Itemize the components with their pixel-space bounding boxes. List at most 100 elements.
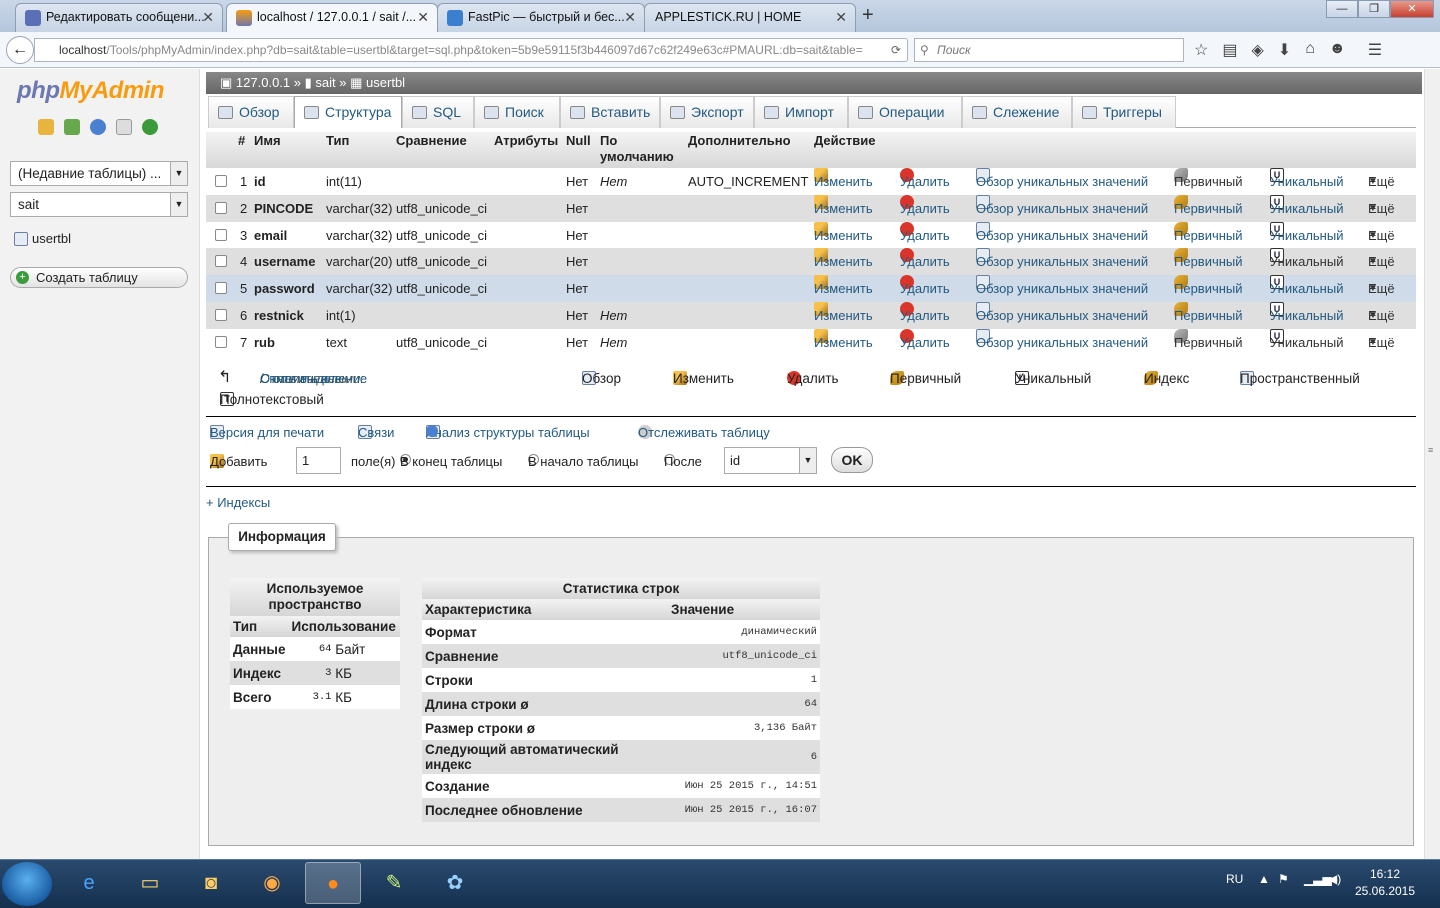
eye-icon <box>972 106 987 119</box>
php-icon <box>25 10 41 26</box>
close-tab-icon[interactable]: ✕ <box>417 4 429 31</box>
table-row: Индекс 3 КБ <box>230 661 400 685</box>
explorer-icon[interactable]: ▭ <box>122 862 178 904</box>
add-fields-form: Добавить 1 поле(я) В конец таблицы В нач… <box>206 447 1416 477</box>
table-row: Последнее обновление Июн 25 2015 г., 16:0… <box>422 798 820 822</box>
breadcrumb-server[interactable]: 127.0.0.1 <box>236 75 290 90</box>
triggers-icon <box>1082 106 1097 119</box>
home-icon[interactable] <box>38 119 54 135</box>
row-checkbox[interactable] <box>215 309 227 321</box>
tab-operations[interactable]: Операции <box>848 96 962 128</box>
browser-nav-bar: localhost/Tools/phpMyAdmin/index.php?db=… <box>0 32 1440 68</box>
home-icon[interactable]: ⌂ <box>1305 40 1315 60</box>
browser-tab[interactable]: Редактировать сообщени... ✕ <box>15 3 223 32</box>
tab-import[interactable]: Импорт <box>754 96 848 128</box>
table-row: Длина строки ø 64 <box>422 692 820 716</box>
reload-icon[interactable]: ⟳ <box>891 39 901 61</box>
sidebar-item-usertbl[interactable]: usertbl <box>14 231 71 246</box>
phpmyadmin-logo[interactable]: phpMyAdmin <box>17 77 164 105</box>
notepad-icon[interactable]: ✎ <box>366 862 422 904</box>
exit-icon[interactable] <box>64 119 80 135</box>
tab-sql[interactable]: SQL <box>402 96 474 128</box>
table-row: Формат динамический <box>422 620 820 644</box>
plus-icon: + <box>16 271 29 284</box>
breadcrumb-db[interactable]: sait <box>315 75 335 90</box>
ok-button[interactable]: OK <box>831 447 873 473</box>
close-tab-icon[interactable]: ✕ <box>835 4 847 31</box>
row-checkbox[interactable] <box>215 228 227 241</box>
insert-icon <box>570 106 585 119</box>
tab-insert[interactable]: Вставить <box>560 96 660 128</box>
firefox-icon[interactable]: ● <box>305 862 361 904</box>
maximize-icon[interactable]: ❐ <box>1358 0 1390 18</box>
tab-search[interactable]: Поиск <box>474 96 560 128</box>
table-tabs: Обзор Структура SQL Поиск Вставить Экспо… <box>208 96 1416 128</box>
pocket-icon[interactable]: ◈ <box>1251 40 1263 60</box>
reading-list-icon[interactable]: ▤ <box>1222 40 1237 60</box>
language-indicator[interactable]: RU <box>1226 872 1243 886</box>
uncheck-all-link[interactable]: Снять выделение <box>260 371 367 386</box>
row-checkbox[interactable] <box>215 255 227 268</box>
clock[interactable]: 16:12 25.06.2015 <box>1350 866 1420 900</box>
help-icon[interactable] <box>90 119 106 135</box>
table-row: Сравнение utf8_unicode_ci <box>422 644 820 668</box>
browser-tab-active[interactable]: localhost / 127.0.0.1 / sait /... ✕ <box>226 3 438 33</box>
server-icon: ▣ <box>220 75 233 90</box>
search-icon <box>484 106 499 119</box>
close-tab-icon[interactable]: ✕ <box>624 4 636 31</box>
database-select[interactable]: sait ▼ <box>10 192 188 217</box>
bookmark-star-icon[interactable]: ☆ <box>1194 40 1208 60</box>
table-row: 4 username varchar(20) utf8_unicode_ci Нет Из… <box>206 248 1416 276</box>
close-window-icon[interactable]: ✕ <box>1390 0 1434 18</box>
row-checkbox[interactable] <box>215 335 227 348</box>
indexes-toggle[interactable]: + Индексы <box>206 495 270 510</box>
add-count-input[interactable]: 1 <box>296 447 341 474</box>
browser-tab[interactable]: APPLESTICK.RU | HOME ✕ <box>644 3 856 32</box>
docs-icon[interactable] <box>116 119 132 135</box>
import-icon <box>764 106 779 119</box>
paint-icon[interactable]: ✿ <box>427 862 483 904</box>
download-icon[interactable]: ⬇ <box>1278 40 1291 60</box>
tab-tracking[interactable]: Слежение <box>962 96 1072 128</box>
tab-export[interactable]: Экспорт <box>660 96 754 128</box>
recent-tables-select[interactable]: (Недавние таблицы) ... ▼ <box>10 161 188 186</box>
tab-structure[interactable]: Структура <box>294 96 402 128</box>
viewer-icon[interactable]: ◉ <box>244 862 300 904</box>
menu-icon[interactable]: ☰ <box>1368 40 1382 60</box>
row-checkbox[interactable] <box>215 201 227 214</box>
flag-icon[interactable]: ⚑ <box>1278 872 1289 886</box>
info-legend: Информация <box>228 523 336 551</box>
chat-icon[interactable]: ☻ <box>1329 40 1346 60</box>
start-button[interactable] <box>2 862 52 906</box>
search-input[interactable]: ⚲ Поиск <box>914 38 1184 62</box>
row-checkbox[interactable] <box>215 175 227 187</box>
tab-triggers[interactable]: Триггеры <box>1072 96 1176 128</box>
vertical-scrollbar[interactable]: ≡ <box>1424 69 1440 859</box>
create-table-button[interactable]: + Создать таблицу <box>10 267 188 288</box>
browse-icon <box>218 106 233 119</box>
outlook-icon[interactable]: ◙ <box>183 862 239 904</box>
row-checkbox[interactable] <box>215 282 227 295</box>
database-icon: ▮ <box>304 75 312 90</box>
windows-taskbar: e ▭ ◙ ◉ ● ✎ ✿ RU ▲ ⚑ ▁▃▅ ◀) 16:12 25.06.… <box>0 859 1440 908</box>
column-name: password <box>254 281 315 297</box>
volume-icon[interactable]: ◀) <box>1328 872 1341 886</box>
tab-browse[interactable]: Обзор <box>208 96 294 128</box>
space-usage-table: Используемое пространство Тип Использован… <box>230 578 400 709</box>
reload-icon[interactable] <box>142 119 158 135</box>
column-name: restnick <box>254 308 304 323</box>
new-tab-icon[interactable]: + <box>862 4 874 27</box>
help-icon <box>426 425 438 437</box>
chevron-down-icon: ▼ <box>170 162 187 185</box>
close-tab-icon[interactable]: ✕ <box>202 4 214 31</box>
after-field-select[interactable]: id ▼ <box>724 447 817 474</box>
ie-icon[interactable]: e <box>61 862 117 904</box>
column-name: username <box>254 254 316 270</box>
url-bar[interactable]: localhost/Tools/phpMyAdmin/index.php?db=… <box>34 38 908 62</box>
back-button[interactable]: ← <box>6 36 34 64</box>
minimize-icon[interactable]: — <box>1326 0 1358 18</box>
breadcrumb-table[interactable]: usertbl <box>366 75 405 90</box>
table-row: Размер строки ø 3,136 Байт <box>422 716 820 740</box>
tray-arrow-icon[interactable]: ▲ <box>1258 872 1270 886</box>
browser-tab[interactable]: FastPic — быстрый и бес... ✕ <box>437 3 645 32</box>
